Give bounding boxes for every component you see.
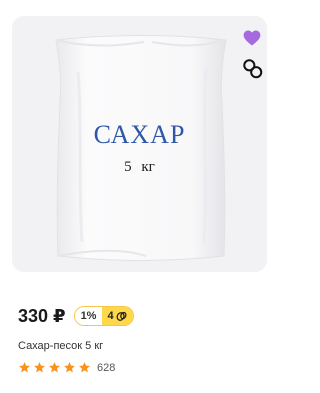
product-card[interactable]: САХАР 5 кг 330 ₽ 1% 4 Сахар-песок 5 кг 6… [0,0,282,393]
heart-icon [243,30,261,46]
cashback-points: 4 [102,307,133,325]
cashback-points-value: 4 [107,310,114,322]
star-icon [79,362,90,373]
cashback-percent: 1% [74,307,103,325]
product-name[interactable]: Сахар-песок 5 кг [18,340,103,352]
bag-subtitle: 5 кг [124,159,155,175]
star-icon [64,362,75,373]
bag-title: САХАР [93,120,186,149]
compare-icon [243,59,263,79]
rating-stars [18,361,91,374]
star-icon [34,362,45,373]
points-icon [116,311,127,321]
price-row: 330 ₽ 1% 4 [18,304,134,328]
product-image[interactable]: САХАР 5 кг [12,16,267,272]
favorite-button[interactable] [242,28,262,48]
reviews-count[interactable]: 628 [97,362,115,374]
star-icon [49,362,60,373]
star-icon [19,362,30,373]
compare-button[interactable] [242,58,264,80]
cashback-badge[interactable]: 1% 4 [73,306,134,326]
rating-row: 628 [18,361,115,374]
price: 330 ₽ [18,305,66,326]
